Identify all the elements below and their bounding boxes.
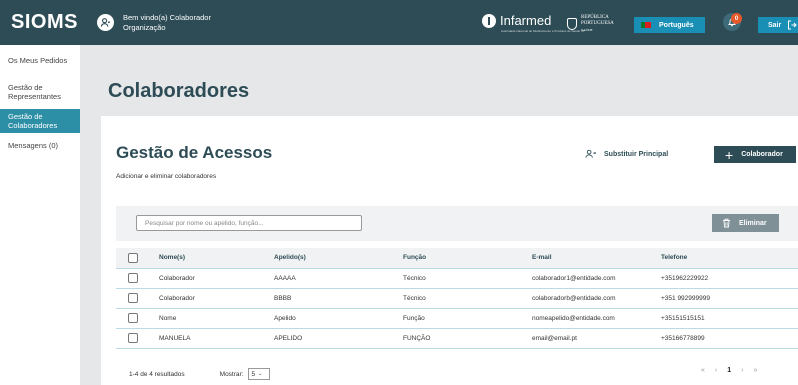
language-selector[interactable]: Português bbox=[634, 17, 705, 33]
user-icon bbox=[97, 14, 114, 31]
page-size-value: 5 bbox=[251, 370, 256, 378]
row-select-cell bbox=[116, 267, 145, 289]
first-page-button[interactable]: « bbox=[701, 367, 705, 374]
col-header-nome[interactable]: Nome(s) bbox=[145, 248, 274, 268]
logout-button[interactable]: Sair bbox=[758, 17, 798, 33]
table-header-row: Nome(s) Apelido(s) Função E-mail Telefon… bbox=[116, 248, 798, 268]
add-colaborador-button[interactable]: + Colaborador bbox=[714, 146, 796, 163]
cell-funcao: FUNÇÃO bbox=[403, 327, 532, 349]
top-header: SIOMS Bem vindo(a) Colaborador Organizaç… bbox=[0, 0, 798, 45]
sidebar: Os Meus Pedidos Gestão de Representantes… bbox=[0, 45, 80, 385]
logo-area: SIOMS bbox=[0, 0, 90, 45]
notification-badge: 0 bbox=[731, 13, 742, 24]
sidebar-item-representantes[interactable]: Gestão de Representantes bbox=[0, 83, 80, 101]
colaboradores-table: Nome(s) Apelido(s) Função E-mail Telefon… bbox=[116, 248, 798, 349]
card-title: Gestão de Acessos bbox=[116, 143, 273, 162]
trash-icon bbox=[723, 218, 730, 228]
row-select-cell bbox=[116, 287, 145, 309]
welcome-line: Bem vindo(a) Colaborador bbox=[123, 12, 211, 22]
cell-email: colaborador1@entidade.com bbox=[532, 267, 661, 289]
replace-principal-button[interactable]: Substituir Principal bbox=[585, 149, 668, 159]
access-management-card: Gestão de Acessos Adicionar e eliminar c… bbox=[101, 116, 798, 385]
language-label: Português bbox=[659, 21, 694, 29]
cell-apelido: BBBB bbox=[274, 287, 403, 309]
delete-label: Eliminar bbox=[739, 219, 767, 227]
cell-telefone: +351962229922 bbox=[661, 267, 798, 289]
infarmed-logo: Infarmed Autoridade Nacional do Medicame… bbox=[482, 13, 585, 33]
sidebar-item-colaboradores[interactable]: Gestão de Colaboradores bbox=[0, 109, 80, 133]
crest-icon bbox=[567, 18, 577, 30]
infarmed-mark-icon bbox=[482, 13, 496, 28]
row-select-cell bbox=[116, 327, 145, 349]
card-subtitle: Adicionar e eliminar colaboradores bbox=[116, 173, 217, 180]
cell-funcao: Técnico bbox=[403, 267, 532, 289]
col-header-apelido[interactable]: Apelido(s) bbox=[274, 248, 403, 268]
user-swap-icon bbox=[585, 149, 596, 158]
logout-label: Sair bbox=[768, 21, 782, 29]
delete-button[interactable]: Eliminar bbox=[712, 214, 779, 232]
cell-telefone: +35151515151 bbox=[661, 307, 798, 329]
col-header-telefone[interactable]: Telefone bbox=[661, 248, 798, 268]
next-page-button[interactable]: › bbox=[741, 367, 743, 374]
sidebar-item-meus-pedidos[interactable]: Os Meus Pedidos bbox=[0, 56, 80, 65]
row-checkbox[interactable] bbox=[128, 333, 138, 343]
search-input[interactable]: Pesquisar por nome ou apelido, função... bbox=[136, 215, 362, 231]
plus-icon: + bbox=[725, 146, 734, 163]
table-toolbar: Pesquisar por nome ou apelido, função...… bbox=[116, 206, 798, 241]
col-header-funcao[interactable]: Função bbox=[403, 248, 532, 268]
cell-funcao: Técnico bbox=[403, 287, 532, 309]
cell-nome: Colaborador bbox=[145, 287, 274, 309]
row-select-cell bbox=[116, 307, 145, 329]
table-row[interactable]: Colaborador BBBB Técnico colaboradorb@en… bbox=[116, 287, 798, 309]
portugal-flag-icon bbox=[641, 22, 651, 28]
cell-nome: Nome bbox=[145, 307, 274, 329]
cell-email: email@email.pt bbox=[532, 327, 661, 349]
page-size-select[interactable]: 5 ⌄ bbox=[247, 368, 270, 380]
row-checkbox[interactable] bbox=[128, 293, 138, 303]
results-count: 1-4 de 4 resultados bbox=[129, 370, 185, 378]
current-page[interactable]: 1 bbox=[727, 367, 731, 374]
cell-funcao: Função bbox=[403, 307, 532, 329]
pagination: « ‹ 1 › » bbox=[701, 367, 757, 374]
sidebar-item-mensagens[interactable]: Mensagens (0) bbox=[0, 141, 80, 150]
cell-email: nomeapelido@entidade.com bbox=[532, 307, 661, 329]
chevron-down-icon: ⌄ bbox=[258, 371, 263, 377]
republica-line3: SAÚDE bbox=[581, 28, 593, 32]
welcome-text: Bem vindo(a) Colaborador Organização bbox=[123, 13, 211, 33]
table-row[interactable]: Nome Apelido Função nomeapelido@entidade… bbox=[116, 307, 798, 329]
table-row[interactable]: Colaborador AAAAA Técnico colaborador1@e… bbox=[116, 267, 798, 289]
add-colaborador-label: Colaborador bbox=[741, 151, 783, 158]
col-header-email[interactable]: E-mail bbox=[532, 248, 661, 268]
cell-apelido: APELIDO bbox=[274, 327, 403, 349]
cell-email: colaboradorb@entidade.com bbox=[532, 287, 661, 309]
table-row[interactable]: MANUELA APELIDO FUNÇÃO email@email.pt +3… bbox=[116, 327, 798, 349]
select-all-cell bbox=[116, 248, 145, 268]
show-label: Mostrar: bbox=[219, 370, 244, 378]
republica-logo: REPÚBLICA PORTUGUESA SAÚDE bbox=[567, 15, 614, 33]
cell-nome: Colaborador bbox=[145, 267, 274, 289]
logout-icon bbox=[788, 20, 797, 30]
last-page-button[interactable]: » bbox=[754, 367, 758, 374]
cell-nome: MANUELA bbox=[145, 327, 274, 349]
row-checkbox[interactable] bbox=[128, 313, 138, 323]
prev-page-button[interactable]: ‹ bbox=[715, 367, 717, 374]
row-checkbox[interactable] bbox=[128, 273, 138, 283]
select-all-checkbox[interactable] bbox=[128, 252, 138, 263]
table-footer: 1-4 de 4 resultados Mostrar: 5 ⌄ bbox=[129, 368, 270, 380]
cell-telefone: +351 992999999 bbox=[661, 287, 798, 309]
cell-apelido: Apelido bbox=[274, 307, 403, 329]
cell-apelido: AAAAA bbox=[274, 267, 403, 289]
app-logo[interactable]: SIOMS bbox=[11, 11, 78, 34]
infarmed-name: Infarmed bbox=[500, 13, 552, 28]
organization-line: Organização bbox=[123, 22, 166, 32]
replace-principal-label: Substituir Principal bbox=[604, 150, 669, 158]
cell-telefone: +35166778899 bbox=[661, 327, 798, 349]
page-title: Colaboradores bbox=[108, 80, 250, 102]
